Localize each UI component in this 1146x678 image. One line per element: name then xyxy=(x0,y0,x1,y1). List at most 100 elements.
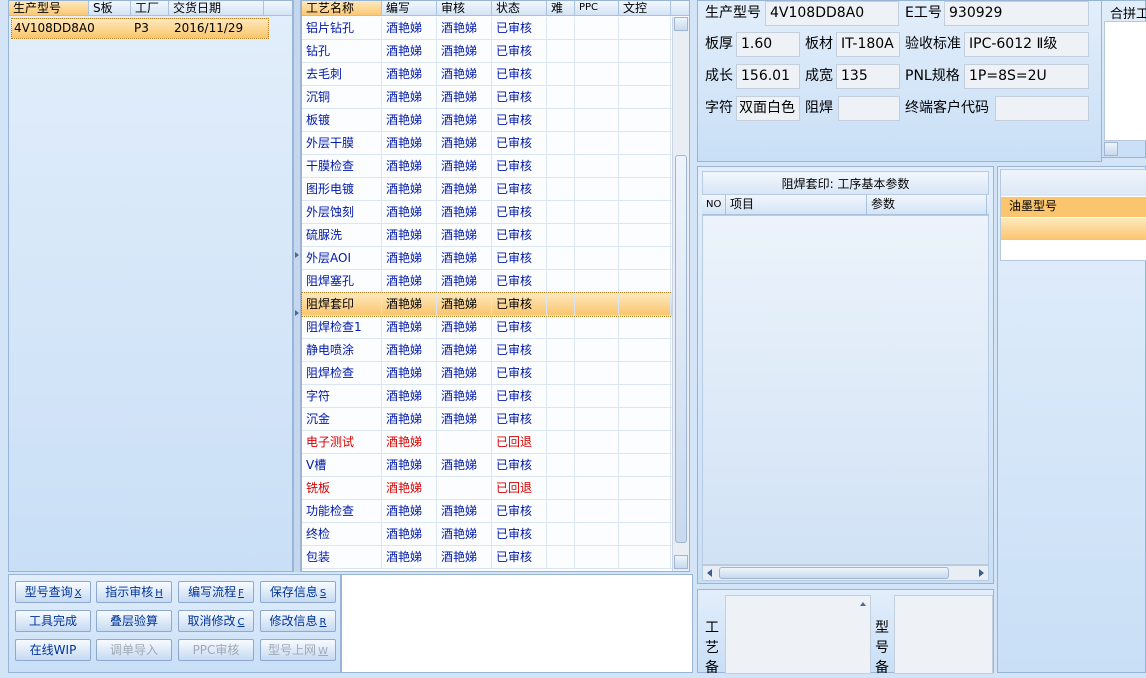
process-row[interactable]: 去毛刺 酒艳娣 酒艳娣 已审核 xyxy=(302,63,672,86)
process-row[interactable]: 沉铜 酒艳娣 酒艳娣 已审核 xyxy=(302,86,672,109)
process-row[interactable]: V槽 酒艳娣 酒艳娣 已审核 xyxy=(302,454,672,477)
button-11[interactable]: 型号上网 W xyxy=(260,639,336,661)
splitter-left[interactable] xyxy=(293,0,301,572)
process-row[interactable]: 铣板 酒艳娣 已回退 xyxy=(302,477,672,500)
button-8[interactable]: 在线WIP xyxy=(15,639,91,661)
process-row[interactable]: 板镀 酒艳娣 酒艳娣 已审核 xyxy=(302,109,672,132)
col-ppc[interactable]: PPC xyxy=(575,1,619,15)
col-reviewer[interactable]: 审核 xyxy=(437,1,492,15)
process-remark-field[interactable] xyxy=(725,595,871,674)
cell-status: 已审核 xyxy=(492,17,547,39)
params-hscroll-thumb[interactable] xyxy=(719,567,949,579)
col-s-board[interactable]: S板 xyxy=(89,1,131,15)
material-field[interactable]: IT-180A xyxy=(836,32,900,57)
process-row[interactable]: 包装 酒艳娣 酒艳娣 已审核 xyxy=(302,546,672,569)
process-grid-scrollbar[interactable] xyxy=(672,17,689,571)
button-7[interactable]: 修改信息 R xyxy=(260,610,336,632)
cell-author: 酒艳娣 xyxy=(382,40,437,62)
col-difficulty[interactable]: 难 xyxy=(547,1,575,15)
scroll-left-icon[interactable] xyxy=(707,569,712,577)
cell-doc-control xyxy=(619,17,671,39)
params-grid-body[interactable] xyxy=(702,215,989,565)
process-row[interactable]: 功能检查 酒艳娣 酒艳娣 已审核 xyxy=(302,500,672,523)
col-delivery-date[interactable]: 交货日期 xyxy=(169,1,264,15)
standard-field[interactable]: IPC-6012 Ⅱ级 xyxy=(964,32,1089,57)
mask-field[interactable] xyxy=(838,96,900,121)
process-row[interactable]: 外层AOI 酒艳娣 酒艳娣 已审核 xyxy=(302,247,672,270)
process-row[interactable]: 终检 酒艳娣 酒艳娣 已审核 xyxy=(302,523,672,546)
cell-reviewer: 酒艳娣 xyxy=(437,155,492,177)
col-param[interactable]: 参数 xyxy=(867,195,987,214)
process-row[interactable]: 阻焊套印 酒艳娣 酒艳娣 已审核 xyxy=(301,292,673,317)
button-2[interactable]: 编写流程 F xyxy=(178,581,254,603)
cell-ppc xyxy=(575,132,619,154)
process-row[interactable]: 硫脲洗 酒艳娣 酒艳娣 已审核 xyxy=(302,224,672,247)
scroll-down-button[interactable] xyxy=(674,555,688,569)
col-item[interactable]: 项目 xyxy=(726,195,867,214)
cell-process-name: 铣板 xyxy=(302,477,382,499)
model-remark-field[interactable] xyxy=(894,595,993,674)
scroll-up-button[interactable] xyxy=(674,17,688,31)
partial-list[interactable] xyxy=(1104,21,1146,141)
process-row[interactable]: 静电喷涂 酒艳娣 酒艳娣 已审核 xyxy=(302,339,672,362)
col-no[interactable]: NO xyxy=(702,195,726,214)
eng-no-field[interactable]: 930929 xyxy=(944,1,1089,26)
process-row[interactable]: 阻焊检查1 酒艳娣 酒艳娣 已审核 xyxy=(302,316,672,339)
cell-status: 已审核 xyxy=(492,270,547,292)
col-process-name[interactable]: 工艺名称 xyxy=(302,1,382,15)
process-row[interactable]: 字符 酒艳娣 酒艳娣 已审核 xyxy=(302,385,672,408)
scroll-thumb[interactable] xyxy=(675,155,687,543)
button-1[interactable]: 指示审核 H xyxy=(96,581,172,603)
process-row[interactable]: 铝片钻孔 酒艳娣 酒艳娣 已审核 xyxy=(302,17,672,40)
process-row[interactable]: 阻焊检查 酒艳娣 酒艳娣 已审核 xyxy=(302,362,672,385)
cell-ppc xyxy=(575,63,619,85)
cell-reviewer: 酒艳娣 xyxy=(437,86,492,108)
process-row[interactable]: 钻孔 酒艳娣 酒艳娣 已审核 xyxy=(302,40,672,63)
col-author[interactable]: 编写 xyxy=(382,1,437,15)
col-doc-control[interactable]: 文控 xyxy=(619,1,671,15)
cell-doc-control xyxy=(619,40,671,62)
process-row[interactable]: 外层干膜 酒艳娣 酒艳娣 已审核 xyxy=(302,132,672,155)
col-factory[interactable]: 工厂 xyxy=(131,1,169,15)
width-field[interactable]: 135 xyxy=(836,64,900,89)
model-field[interactable]: 4V108DD8A0 xyxy=(765,1,899,26)
ink-grid-top xyxy=(1001,170,1146,196)
cell-process-name: 外层蚀刻 xyxy=(302,201,382,223)
button-5[interactable]: 叠层验算 xyxy=(96,610,172,632)
button-6[interactable]: 取消修改 C xyxy=(178,610,254,632)
pnl-field[interactable]: 1P=8S=2U xyxy=(964,64,1089,89)
cell-process-name: 硫脲洗 xyxy=(302,224,382,246)
cell-author: 酒艳娣 xyxy=(382,63,437,85)
process-row[interactable]: 外层蚀刻 酒艳娣 酒艳娣 已审核 xyxy=(302,201,672,224)
thickness-field[interactable]: 1.60 xyxy=(736,32,800,57)
model-grid-row[interactable]: 4V108DD8A0 P3 2016/11/29 xyxy=(11,18,269,39)
scroll-right-icon[interactable] xyxy=(979,569,984,577)
process-row[interactable]: 阻焊塞孔 酒艳娣 酒艳娣 已审核 xyxy=(302,270,672,293)
button-3[interactable]: 保存信息 S xyxy=(260,581,336,603)
col-model[interactable]: 生产型号 xyxy=(9,1,89,15)
button-10[interactable]: PPC审核 xyxy=(178,639,254,661)
process-grid[interactable]: 工艺名称 编写 审核 状态难 PPC 文控 铝片钻孔 酒艳娣 酒艳娣 已审核 钻孔 酒艳娣 酒艳娣 已审… xyxy=(301,0,690,572)
button-label: 型号查询 xyxy=(24,585,73,599)
process-row[interactable]: 干膜检查 酒艳娣 酒艳娣 已审核 xyxy=(302,155,672,178)
process-row[interactable]: 图形电镀 酒艳娣 酒艳娣 已审核 xyxy=(302,178,672,201)
length-field[interactable]: 156.01 xyxy=(736,64,800,89)
process-row[interactable]: 电子测试 酒艳娣 已回退 xyxy=(302,431,672,454)
button-0[interactable]: 型号查询 X xyxy=(15,581,91,603)
params-hscrollbar[interactable] xyxy=(702,565,989,581)
customer-code-field[interactable] xyxy=(995,96,1089,121)
char-field[interactable]: 双面白色 xyxy=(736,96,800,121)
col-status[interactable]: 状态 xyxy=(492,1,547,15)
ink-grid-header[interactable]: 油墨型号 xyxy=(1001,197,1146,217)
partial-scroll-left-button[interactable] xyxy=(1104,142,1118,156)
cell-author: 酒艳娣 xyxy=(382,385,437,407)
process-row[interactable]: 沉金 酒艳娣 酒艳娣 已审核 xyxy=(302,408,672,431)
remark-scroll-up-icon[interactable] xyxy=(860,602,866,606)
cell-reviewer: 酒艳娣 xyxy=(437,247,492,269)
button-4[interactable]: 工具完成 xyxy=(15,610,91,632)
ink-grid[interactable]: 油墨型号 xyxy=(1000,169,1146,261)
model-grid[interactable]: 生产型号 S板 工厂 交货日期 4V108DD8A0 P3 2016/11/29 xyxy=(8,0,293,572)
button-9[interactable]: 调单导入 xyxy=(96,639,172,661)
splitter-arrow-icon xyxy=(295,310,299,316)
ink-grid-row[interactable] xyxy=(1001,218,1146,240)
